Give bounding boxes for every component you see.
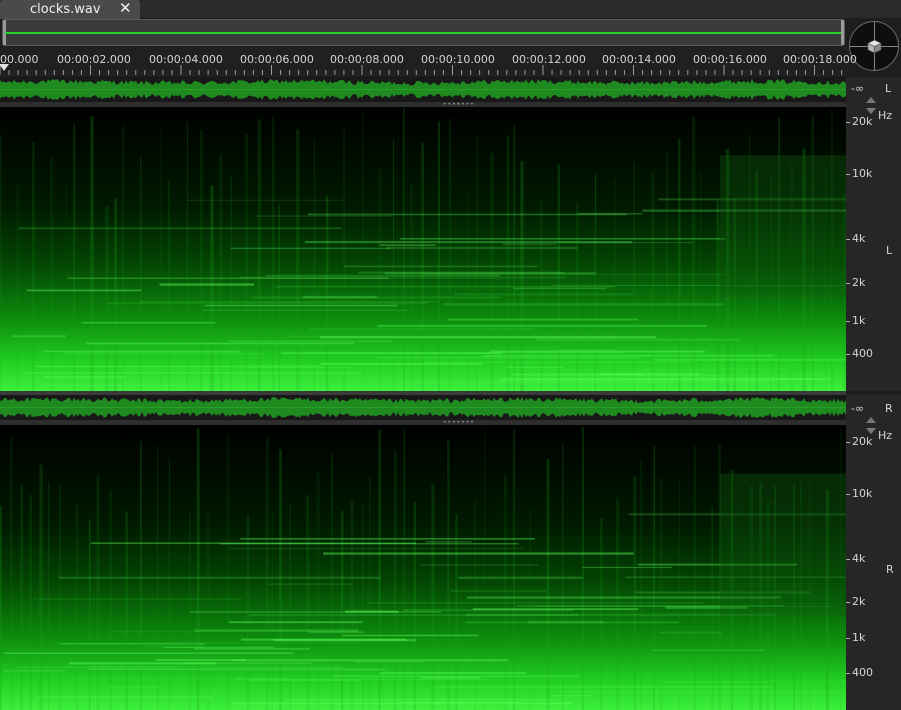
spectrogram-right[interactable] (0, 425, 846, 710)
channel-label-right-axis: R (886, 563, 894, 576)
frequency-label: 10k (852, 487, 873, 500)
waveform-right[interactable] (0, 395, 846, 420)
frequency-label: 20k (852, 435, 873, 448)
frequency-label: 20k (852, 115, 873, 128)
frequency-tick (846, 673, 850, 674)
frequency-tick (846, 321, 850, 322)
frequency-tick (846, 354, 850, 355)
channel-label-left: L (885, 82, 892, 95)
overview-scrollbar[interactable] (2, 19, 845, 46)
channel-label-right: R (885, 402, 893, 415)
tab-clocks-wav[interactable]: clocks.wav ✕ (0, 0, 140, 19)
frequency-label: 400 (852, 347, 873, 360)
level-readout: -∞ (851, 402, 865, 415)
overview-waveform-line (5, 32, 842, 34)
unit-label: Hz (878, 429, 893, 442)
spectrogram-left[interactable] (0, 107, 846, 391)
ruler-ticks (0, 65, 843, 75)
frequency-tick (846, 122, 850, 123)
tab-title: clocks.wav (30, 2, 101, 17)
frequency-tick (846, 602, 850, 603)
scroll-up-icon[interactable] (866, 417, 876, 423)
cube-icon (867, 39, 882, 54)
frequency-label: 400 (852, 666, 873, 679)
level-readout: -∞ (851, 82, 865, 95)
frequency-tick (846, 174, 850, 175)
frequency-label: 10k (852, 167, 873, 180)
frequency-label: 4k (852, 232, 866, 245)
frequency-tick (846, 638, 850, 639)
frequency-label: 1k (852, 631, 866, 644)
frequency-tick (846, 494, 850, 495)
frequency-label: 2k (852, 276, 866, 289)
frequency-tick (846, 239, 850, 240)
tab-bar: clocks.wav ✕ (0, 0, 901, 19)
frequency-axis-left: -∞ L Hz L 20k 10k 4k 2k 1k 400 (846, 77, 901, 391)
frequency-tick (846, 559, 850, 560)
frequency-tick (846, 442, 850, 443)
unit-label: Hz (878, 109, 893, 122)
frequency-axis-right: -∞ R Hz R 20k 10k 4k 2k 1k 400 (846, 395, 901, 710)
scroll-down-icon[interactable] (866, 108, 876, 114)
overview-right-handle[interactable] (841, 20, 844, 45)
time-ruler[interactable]: 00.000 00:00:02.000 00:00:04.000 00:00:06.0… (0, 47, 857, 77)
scroll-up-icon[interactable] (866, 97, 876, 103)
close-icon[interactable]: ✕ (119, 1, 132, 16)
frequency-label: 4k (852, 552, 866, 565)
playhead-marker-icon[interactable] (0, 64, 9, 71)
frequency-label: 1k (852, 314, 866, 327)
channel-label-left-axis: L (886, 244, 893, 257)
frequency-label: 2k (852, 595, 866, 608)
frequency-tick (846, 283, 850, 284)
scroll-down-icon[interactable] (866, 428, 876, 434)
waveform-left[interactable] (0, 77, 846, 102)
